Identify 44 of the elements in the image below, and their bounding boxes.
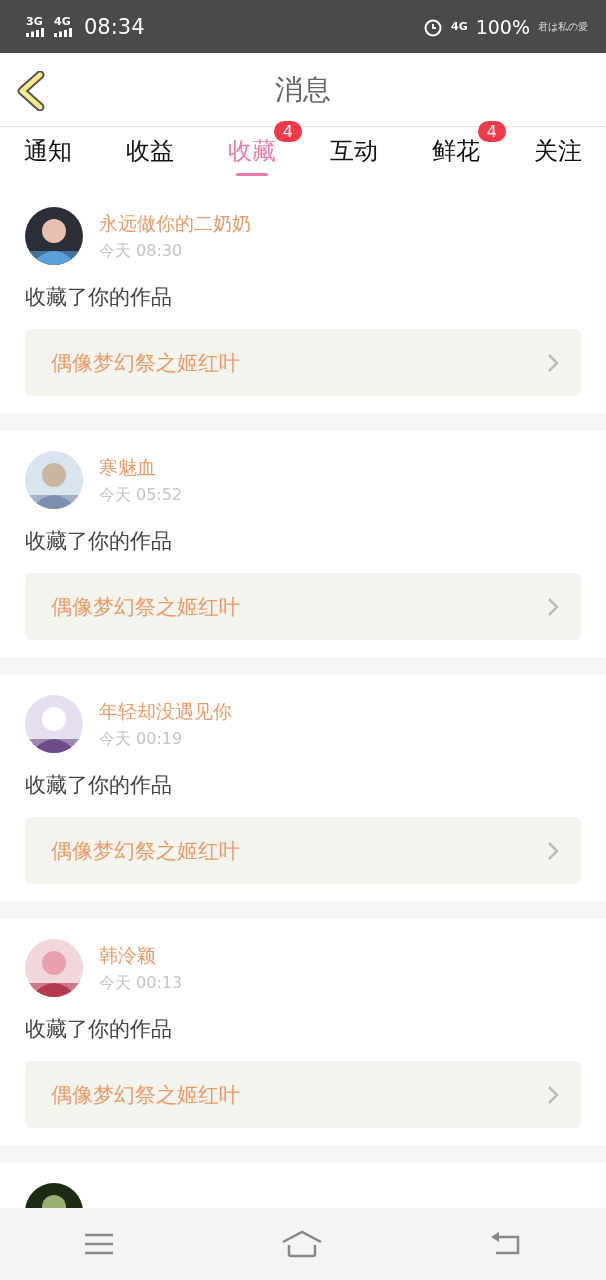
activity-text: 收藏了你的作品 (25, 284, 173, 311)
chevron-right-icon (547, 840, 559, 861)
network-label: 3G (26, 16, 43, 27)
work-title: 偶像梦幻祭之姬红叶 (51, 1081, 240, 1109)
user-name[interactable]: 寒魅血 (99, 454, 183, 481)
network-label: 4G (451, 21, 468, 32)
work-title: 偶像梦幻祭之姬红叶 (51, 837, 240, 865)
tab[interactable]: 互动 (330, 127, 378, 167)
timestamp: 今天 00:13 (99, 972, 183, 994)
tab[interactable]: 收益 (126, 127, 174, 167)
work-link[interactable]: 偶像梦幻祭之姬红叶 (25, 573, 581, 640)
network-label: 4G (54, 16, 71, 27)
home-icon[interactable] (281, 1230, 323, 1258)
sticker-text: 君は私の愛 (538, 19, 588, 34)
back-icon[interactable] (16, 71, 46, 111)
timestamp: 今天 05:52 (99, 484, 183, 506)
activity-text: 收藏了你的作品 (25, 528, 173, 555)
work-title: 偶像梦幻祭之姬红叶 (51, 593, 240, 621)
menu-icon[interactable] (83, 1233, 114, 1255)
activity-text: 收藏了你的作品 (25, 1016, 173, 1043)
activity-text: 收藏了你的作品 (25, 772, 173, 799)
work-link[interactable]: 偶像梦幻祭之姬红叶 (25, 1061, 581, 1128)
clock-time: 08:34 (84, 14, 145, 39)
timestamp: 今天 08:30 (99, 240, 184, 262)
work-link[interactable]: 偶像梦幻祭之姬红叶 (25, 329, 581, 396)
count-badge: 4 (477, 121, 506, 142)
count-badge: 4 (273, 121, 302, 142)
user-name[interactable]: 韩泠颖 (99, 942, 183, 969)
tab[interactable]: 关注 (534, 127, 582, 167)
page-title: 消息 (275, 71, 331, 108)
tab[interactable]: 收藏 (228, 127, 276, 176)
chevron-right-icon (547, 352, 559, 373)
battery-level: 100% (475, 15, 530, 38)
chevron-right-icon (547, 1084, 559, 1105)
tab[interactable]: 通知 (24, 127, 72, 167)
chevron-right-icon (547, 596, 559, 617)
signal-icon (26, 28, 46, 37)
user-name[interactable]: 年轻却没遇见你 (99, 698, 232, 725)
signal-icon (54, 28, 74, 37)
user-name[interactable]: 永远做你的二奶奶 (99, 210, 251, 237)
work-title: 偶像梦幻祭之姬红叶 (51, 349, 240, 377)
tab[interactable]: 鲜花 (432, 127, 480, 167)
timestamp: 今天 00:19 (99, 728, 184, 750)
work-link[interactable]: 偶像梦幻祭之姬红叶 (25, 817, 581, 884)
